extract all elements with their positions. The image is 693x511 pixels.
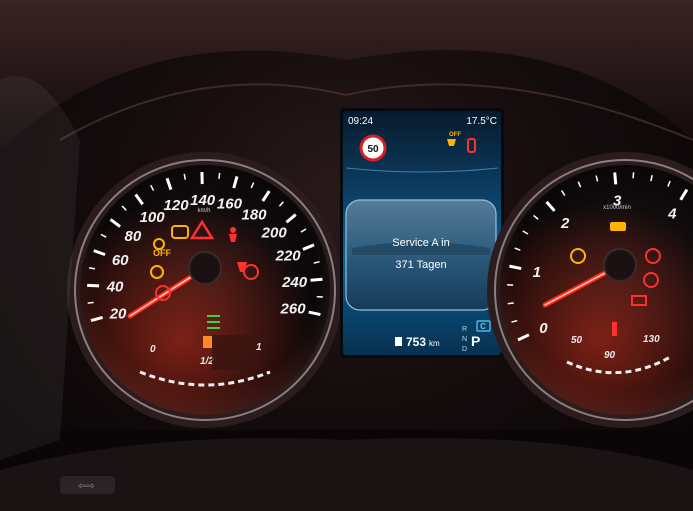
tachometer: 0123456 x1000/min 50 90 130 xyxy=(487,152,693,428)
drive-mode: C xyxy=(480,322,486,331)
esp-off-icon: OFF xyxy=(153,248,171,258)
speedometer-tick xyxy=(183,173,187,180)
tachometer-label: 2 xyxy=(560,215,570,232)
eco-start-off-icon: OFF xyxy=(449,132,461,138)
fuel-full-label: 1 xyxy=(256,342,262,353)
clock: 09:24 xyxy=(348,116,373,127)
speedometer-label: 160 xyxy=(217,195,243,212)
speedometer-label: 260 xyxy=(280,301,307,318)
service-message-line1: Service A in xyxy=(392,237,449,249)
tachometer-label: 0 xyxy=(539,320,548,337)
fuel-pump-icon xyxy=(395,337,402,346)
rpm-unit: x1000/min xyxy=(603,205,631,211)
speedometer-label: 80 xyxy=(125,228,142,245)
gear-d: D xyxy=(462,346,467,353)
speedometer-label: 200 xyxy=(261,224,288,241)
service-message-line2: 371 Tagen xyxy=(395,259,446,271)
fuel-reserve-icon xyxy=(203,336,212,348)
speedometer-label: 220 xyxy=(275,248,302,265)
range-unit: km xyxy=(429,339,440,348)
speed-limit-value: 50 xyxy=(367,144,379,155)
speedometer-label: 40 xyxy=(106,278,124,295)
airbag-warning-icon xyxy=(230,227,236,233)
cluster-scene: ⇦⇨ 20406080100120 140 160180200220240260 k… xyxy=(0,0,693,511)
gear-r: R xyxy=(462,326,467,333)
center-display: 09:24 17.5°C 50 OFF Service A in 371 Tag… xyxy=(340,108,504,358)
speedometer-tick xyxy=(218,172,221,179)
speedometer-label: 140 xyxy=(190,192,216,209)
speed-unit: km/h xyxy=(197,208,210,214)
speedometer-tick xyxy=(310,277,323,282)
gear-n: N xyxy=(462,336,467,343)
speedometer-label: 100 xyxy=(140,209,166,226)
outside-temperature: 17.5°C xyxy=(466,116,497,127)
speedometer-label: 60 xyxy=(112,252,129,269)
range-value: 753 xyxy=(406,335,426,349)
gear-p: P xyxy=(471,333,480,349)
speedometer-label: 240 xyxy=(281,274,308,291)
coolant-high-label: 130 xyxy=(643,334,660,345)
speedometer: 20 40 60 80 100120 140 160180200 220 240 260 km/h… xyxy=(67,152,343,428)
speedometer-label: 180 xyxy=(242,207,268,224)
tachometer-hub xyxy=(603,248,637,282)
speedometer-hub xyxy=(188,251,222,285)
speedometer-label: 120 xyxy=(164,197,190,214)
check-engine-icon xyxy=(610,222,626,231)
coolant-temperature-icon xyxy=(612,322,617,336)
turn-signal-icon: ⇦⇨ xyxy=(78,481,95,492)
tachometer-tick xyxy=(613,172,618,185)
coolant-low-label: 50 xyxy=(571,335,583,346)
tachometer-label: 1 xyxy=(533,264,541,281)
speedometer-label: 20 xyxy=(109,305,127,322)
tachometer-label: 4 xyxy=(667,205,677,222)
tachometer-tick xyxy=(507,302,514,305)
speedometer-tick xyxy=(87,301,94,304)
fuel-empty-label: 0 xyxy=(150,344,156,355)
glass-glare-left xyxy=(0,76,80,460)
instrument-cluster: ⇦⇨ 20 40 60 80 100 120 140 160 180 200 220 240 260 k… xyxy=(0,0,693,511)
coolant-mid-label: 90 xyxy=(604,350,616,361)
